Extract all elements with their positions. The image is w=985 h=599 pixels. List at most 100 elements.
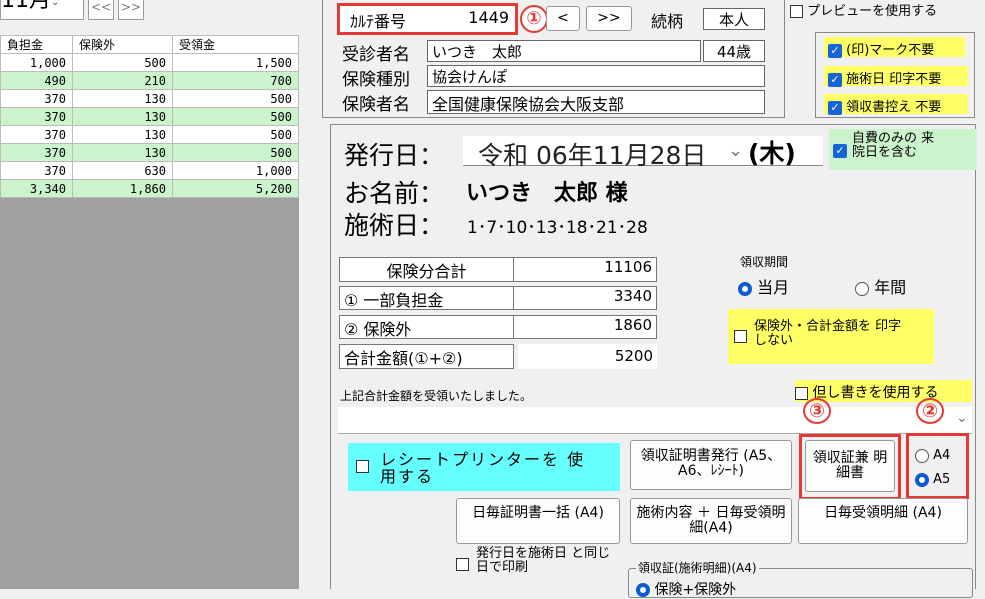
insurer-field[interactable]: 全国健康保険協会大阪支部	[427, 90, 765, 114]
proviso-label: 但し書きを使用する	[812, 385, 939, 401]
check-icon: ✓	[828, 73, 842, 87]
total-label: 合計金額(①+②)	[339, 344, 514, 369]
radio-selected-icon	[738, 281, 752, 296]
payment-table: 負担金 保険外 受領金 1,000 500 1,500 490 210 700 370 130…	[0, 35, 299, 198]
prev-karte-button[interactable]: <	[546, 6, 580, 31]
radio-selected-icon	[915, 472, 929, 487]
table-row[interactable]: 370 130 500	[0, 89, 299, 108]
patient-name-label: 受診者名	[342, 45, 410, 65]
table-cell: 370	[0, 107, 73, 126]
size-a5-radio[interactable]: A5	[915, 472, 950, 487]
checkbox-icon	[795, 386, 808, 400]
issue-certificate-button[interactable]: 領収証明書発行 (A5、A6、ﾚｼｰﾄ)	[630, 440, 792, 490]
table-cell: 490	[0, 71, 73, 90]
insurance-type-label: 保険種別	[342, 70, 410, 90]
table-cell: 500	[172, 107, 299, 126]
insurance-type-field[interactable]: 協会けんぽ	[427, 65, 765, 87]
radio-icon	[855, 281, 869, 296]
relation-field[interactable]: 本人	[703, 8, 765, 30]
weekday-label: (木)	[748, 139, 796, 168]
treatment-dates-value: 1･7･10･13･18･21･28	[467, 218, 648, 238]
no-print-extra-label: 保険外・合計金額を 印字しない	[754, 319, 902, 348]
table-row[interactable]: 3,340 1,860 5,200	[0, 179, 299, 198]
checkbox-icon	[356, 460, 369, 473]
relation-label: 続柄	[651, 12, 684, 31]
marker-1: ①	[520, 5, 548, 33]
table-cell: 1,000	[172, 161, 299, 180]
uninsured-value: 1860	[513, 315, 657, 339]
sum-insured-label: 保険分合計	[339, 257, 514, 282]
proviso-select[interactable]	[338, 407, 972, 434]
copay-value: 3340	[513, 286, 657, 310]
table-cell: 1,500	[172, 53, 299, 72]
table-cell: 370	[0, 161, 73, 180]
period-year-radio[interactable]: 年間	[855, 274, 906, 298]
preview-label: プレビューを使用する	[807, 4, 938, 19]
checkbox-icon[interactable]	[456, 558, 469, 571]
marker-2: ②	[916, 398, 944, 424]
uninsured-label: ② 保険外	[339, 315, 514, 339]
col-header-burden: 負担金	[0, 35, 73, 54]
no-treat-date-checkbox[interactable]: ✓ 施術日 印字不要	[824, 66, 968, 87]
content-detail-button[interactable]: 施術内容 ＋ 日毎受領明細(A4)	[630, 498, 792, 544]
recipient-name-label: お名前：	[344, 179, 445, 208]
copay-label: ① 一部負担金	[339, 286, 514, 310]
lower-group-title: 領収証(施術明細)(A4)	[636, 559, 759, 576]
chevron-down-icon[interactable]: ⌄	[956, 410, 968, 426]
table-row[interactable]: 490 210 700	[0, 71, 299, 90]
col-header-uninsured: 保険外	[72, 35, 173, 54]
issue-date-value: 令和 06年11月28日	[478, 141, 707, 170]
karte-label: ｶﾙﾃ番号	[350, 12, 407, 31]
table-row[interactable]: 370 630 1,000	[0, 161, 299, 180]
table-cell: 1,860	[72, 179, 173, 198]
chevron-down-icon[interactable]: ⌄	[728, 140, 743, 161]
chevron-down-icon: ⌄	[51, 0, 60, 8]
period-group-title: 領収期間	[740, 255, 789, 269]
lower-option-radio[interactable]: 保険+保険外	[636, 579, 736, 599]
table-cell: 130	[72, 143, 173, 162]
next-karte-button[interactable]: >>	[586, 6, 632, 31]
next-month-button[interactable]: >>	[118, 0, 144, 20]
table-row[interactable]: 370 130 500	[0, 125, 299, 144]
period-month-radio[interactable]: 当月	[738, 274, 789, 298]
table-cell: 130	[72, 89, 173, 108]
checkbox-icon	[734, 330, 747, 343]
table-cell: 1,000	[0, 53, 73, 72]
table-row[interactable]: 370 130 500	[0, 143, 299, 162]
table-row[interactable]: 370 130 500	[0, 107, 299, 126]
recipient-name-value: いつき 太郎 様	[466, 181, 628, 206]
table-cell: 210	[72, 71, 173, 90]
table-cell: 370	[0, 143, 73, 162]
check-icon: ✓	[833, 144, 847, 158]
karte-number-field[interactable]: 1449	[430, 6, 515, 30]
size-a4-radio[interactable]: A4	[915, 448, 950, 463]
table-cell: 700	[172, 71, 299, 90]
table-cell: 500	[172, 125, 299, 144]
chevron-left-icon: <	[557, 10, 569, 26]
daily-batch-button[interactable]: 日毎証明書一括 (A4)	[456, 498, 620, 544]
radio-icon	[915, 448, 929, 463]
table-cell: 130	[72, 125, 173, 144]
table-cell: 630	[72, 161, 173, 180]
table-row[interactable]: 1,000 500 1,500	[0, 53, 299, 72]
table-cell: 500	[172, 143, 299, 162]
prev-month-button[interactable]: <<	[88, 0, 114, 20]
month-select[interactable]: 11月⌄	[0, 0, 84, 20]
daily-detail-button[interactable]: 日毎受領明細 (A4)	[798, 498, 968, 544]
sum-insured-value: 11106	[513, 257, 657, 282]
detail-statement-button[interactable]: 領収証兼 明細書	[805, 440, 895, 492]
preview-checkbox[interactable]: プレビューを使用する	[790, 0, 937, 19]
treatment-dates-label: 施術日：	[344, 211, 445, 240]
table-cell: 130	[72, 107, 173, 126]
no-receipt-copy-checkbox[interactable]: ✓ 領収書控え 不要	[824, 94, 968, 115]
received-text: 上記合計金額を受領いたしました。	[340, 389, 533, 403]
col-header-received: 受領金	[172, 35, 299, 54]
patient-name-field[interactable]: いつき 太郎	[427, 40, 701, 62]
radio-selected-icon	[636, 583, 650, 597]
check-icon: ✓	[828, 44, 842, 58]
marker-3: ③	[803, 398, 831, 424]
checkbox-icon	[790, 5, 803, 18]
table-cell: 370	[0, 89, 73, 108]
no-mark-checkbox[interactable]: ✓ (印)マーク不要	[824, 37, 965, 58]
issue-date-label: 発行日：	[344, 141, 445, 170]
